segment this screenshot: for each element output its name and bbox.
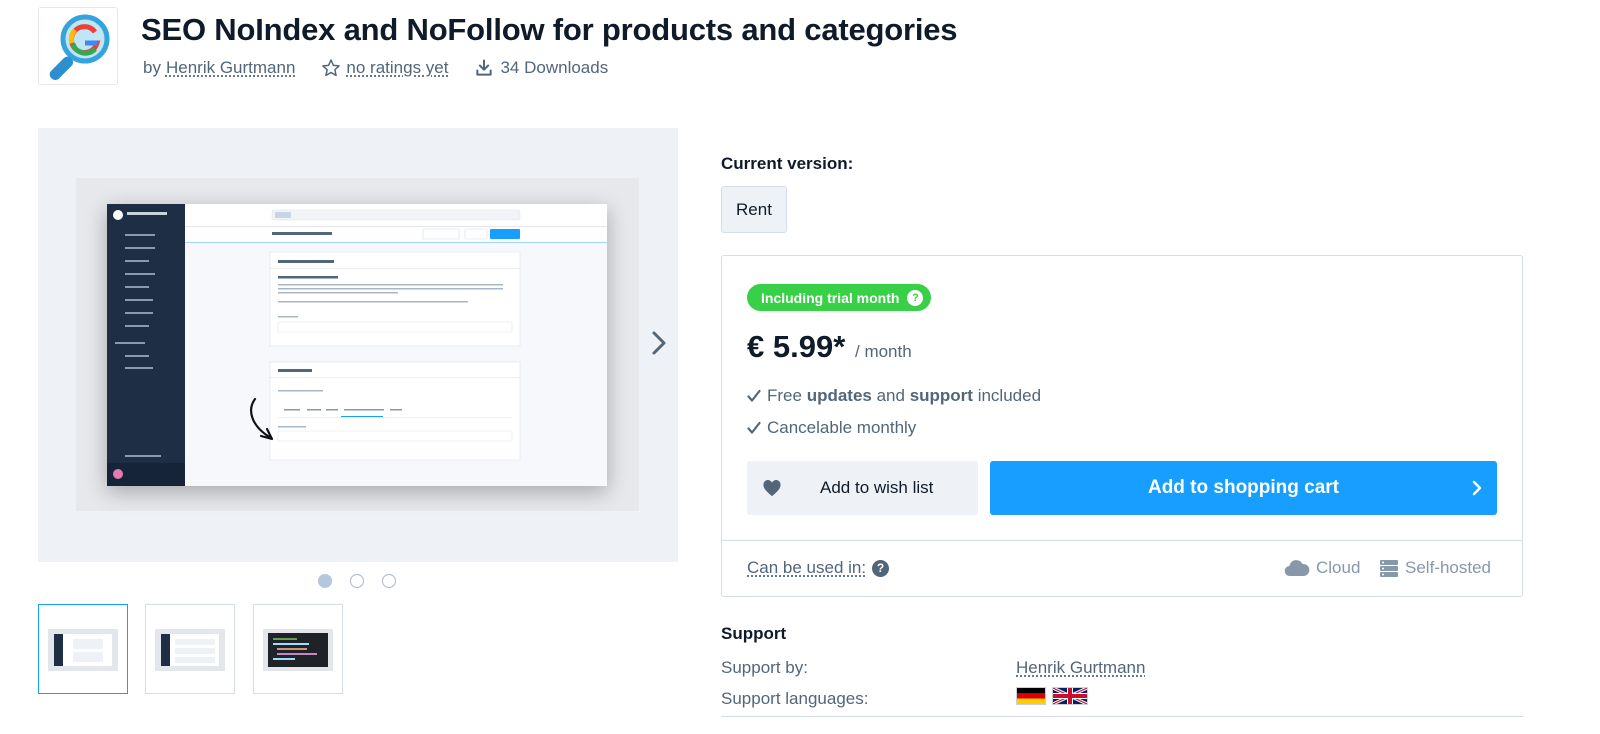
version-option-rent[interactable]: Rent xyxy=(721,186,787,233)
image-gallery[interactable] xyxy=(38,128,678,562)
by-prefix: by xyxy=(143,58,161,77)
support-languages-label: Support languages: xyxy=(721,689,869,708)
flag-english-icon xyxy=(1052,686,1088,706)
app-logo xyxy=(38,7,118,85)
gallery-dot-2[interactable] xyxy=(350,574,364,588)
feature-updates-support: Free updates and support included xyxy=(747,386,1041,406)
support-title: Support xyxy=(721,624,787,643)
help-icon[interactable]: ? xyxy=(872,559,890,577)
gallery-screenshot xyxy=(107,204,607,486)
server-icon xyxy=(1380,559,1398,577)
cart-label: Add to shopping cart xyxy=(1147,477,1340,498)
thumbnail-image xyxy=(155,629,225,671)
page-title: SEO NoIndex and NoFollow for products an… xyxy=(141,12,958,47)
wishlist-label: Add to wish list xyxy=(820,478,934,497)
ratings-text: no ratings yet xyxy=(346,58,449,77)
feature-text: Cancelable monthly xyxy=(767,418,917,437)
chevron-right-icon xyxy=(1472,480,1482,496)
magnifier-google-icon xyxy=(49,14,110,81)
add-to-cart-button[interactable]: Add to shopping cart xyxy=(990,461,1497,515)
environment-cloud: Cloud xyxy=(1284,558,1360,578)
ratings-link[interactable]: no ratings yet xyxy=(321,58,448,78)
feature-text: Free updates and support included xyxy=(767,386,1042,405)
cloud-icon xyxy=(1284,560,1310,577)
trial-badge-label: Including trial month xyxy=(761,289,900,306)
thumbnail-image xyxy=(263,629,333,671)
gallery-dot-3[interactable] xyxy=(382,574,396,588)
environment-self-hosted: Self-hosted xyxy=(1379,558,1491,578)
check-icon xyxy=(747,389,761,402)
usable-in-label[interactable]: Can be used in: xyxy=(747,558,866,578)
divider xyxy=(721,716,1523,717)
current-version-label: Current version: xyxy=(721,154,854,173)
environment-label: Cloud xyxy=(1316,558,1361,577)
flag-german-icon xyxy=(1016,687,1046,705)
gallery-thumbnail-3[interactable] xyxy=(253,604,343,694)
chevron-right-icon xyxy=(652,331,666,355)
thumbnail-image xyxy=(48,629,118,671)
trial-badge: Including trial month ? xyxy=(747,284,932,311)
price: € 5.99* xyxy=(747,329,846,364)
star-icon xyxy=(322,59,341,77)
price-period: / month xyxy=(855,342,912,361)
environment-label: Self-hosted xyxy=(1405,558,1491,577)
help-icon[interactable]: ? xyxy=(907,289,924,306)
divider xyxy=(722,540,1522,541)
gallery-thumbnail-2[interactable] xyxy=(145,604,235,694)
heart-icon xyxy=(763,480,781,497)
download-icon xyxy=(476,59,493,76)
feature-cancelable: Cancelable monthly xyxy=(747,418,916,438)
check-icon xyxy=(747,421,761,434)
author-link[interactable]: Henrik Gurtmann xyxy=(166,58,295,78)
downloads-count: 34 Downloads xyxy=(474,58,608,78)
usable-in: Can be used in: ? xyxy=(747,558,890,578)
gallery-next-button[interactable] xyxy=(647,328,671,358)
gallery-dot-1[interactable] xyxy=(318,574,332,588)
support-by-link[interactable]: Henrik Gurtmann xyxy=(1016,658,1145,678)
downloads-text: 34 Downloads xyxy=(500,58,609,77)
gallery-thumbnail-1[interactable] xyxy=(38,604,128,694)
add-to-wishlist-button[interactable]: Add to wish list xyxy=(747,461,978,515)
app-meta: by Henrik Gurtmann no ratings yet 34 Dow… xyxy=(143,58,608,78)
support-by-label: Support by: xyxy=(721,658,808,677)
